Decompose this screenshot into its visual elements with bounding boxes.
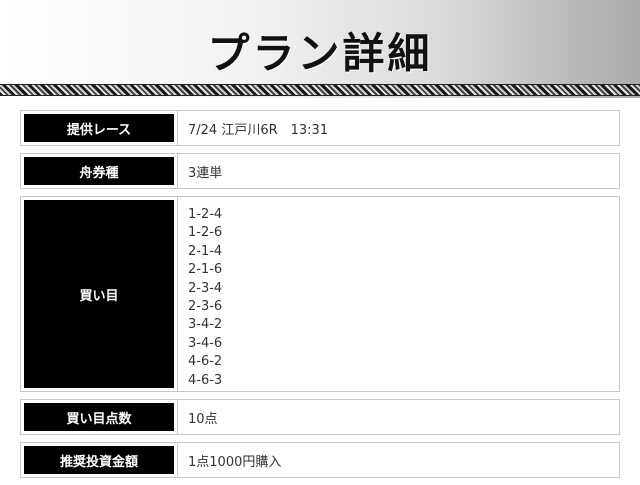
list-item: 2-1-4 — [188, 243, 223, 259]
list-item: 1-2-4 — [188, 207, 223, 222]
list-item: 2-3-4 — [188, 280, 223, 296]
investment-label: 推奨投資金額 — [24, 446, 174, 474]
page-title: プラン詳細 — [207, 29, 433, 78]
investment-value: 1点1000円購入 — [177, 443, 619, 477]
row-picks: 買い目 1-2-4 1-2-6 2-1-4 2-1-6 2-3-4 2-3-6 … — [20, 196, 620, 392]
header-banner: プラン詳細 — [0, 0, 640, 98]
race-label: 提供レース — [24, 114, 174, 142]
list-item: 4-6-2 — [188, 354, 223, 370]
plan-details-table: 提供レース 7/24 江戸川6R 13:31 舟券種 3連単 買い目 1-2-4… — [20, 110, 620, 485]
pick-count-value: 10点 — [177, 400, 619, 434]
list-item: 3-4-6 — [188, 335, 223, 351]
list-item: 3-4-2 — [188, 317, 223, 333]
decorative-border — [0, 84, 640, 96]
row-investment: 推奨投資金額 1点1000円購入 — [20, 442, 620, 478]
list-item: 2-3-6 — [188, 299, 223, 315]
row-ticket-type: 舟券種 3連単 — [20, 153, 620, 189]
race-value: 7/24 江戸川6R 13:31 — [177, 111, 619, 145]
row-race: 提供レース 7/24 江戸川6R 13:31 — [20, 110, 620, 146]
ticket-type-label: 舟券種 — [24, 157, 174, 185]
list-item: 2-1-6 — [188, 262, 223, 278]
list-item: 4-6-3 — [188, 372, 223, 388]
list-item: 1-2-6 — [188, 225, 223, 241]
row-pick-count: 買い目点数 10点 — [20, 399, 620, 435]
picks-label: 買い目 — [24, 200, 174, 388]
ticket-type-value: 3連単 — [177, 154, 619, 188]
picks-list: 1-2-4 1-2-6 2-1-4 2-1-6 2-3-4 2-3-6 3-4-… — [177, 197, 619, 391]
pick-count-label: 買い目点数 — [24, 403, 174, 431]
